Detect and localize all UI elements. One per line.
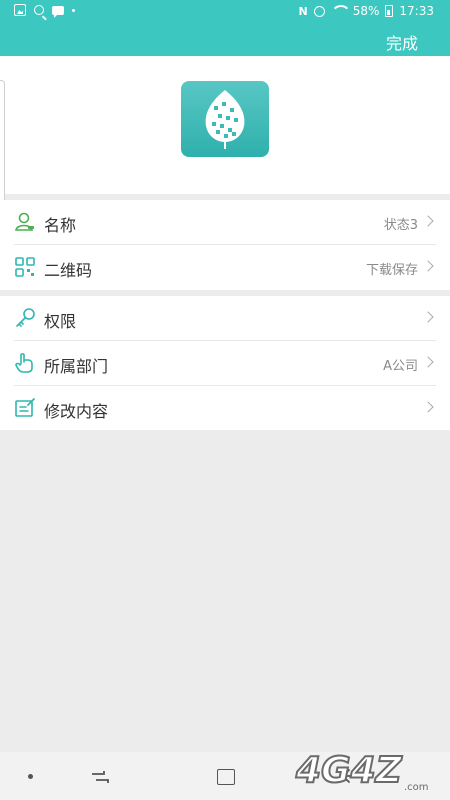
recent-apps-button[interactable] (90, 769, 110, 783)
watermark: 4G4Z .com (292, 742, 442, 794)
dot-button[interactable] (28, 774, 33, 779)
done-button[interactable]: 完成 (386, 30, 418, 54)
app-logo[interactable] (181, 81, 269, 157)
qr-code-icon (14, 256, 36, 278)
row-value: 下载保存 (365, 263, 418, 278)
dot-icon (72, 8, 75, 12)
row-permissions[interactable]: 权限 (0, 296, 450, 341)
chevron-right-icon (422, 311, 434, 323)
chevron-right-icon (422, 215, 434, 227)
hand-icon (14, 352, 36, 374)
row-label: 修改内容 (44, 402, 109, 421)
search-icon (34, 5, 44, 15)
battery-level: 58% (352, 4, 380, 18)
clock: 17:33 (399, 4, 434, 18)
home-button[interactable] (217, 769, 235, 785)
status-right-icons: N 58% 17:33 (299, 4, 434, 18)
battery-charging-icon (385, 5, 394, 17)
row-name[interactable]: 名称 状态3 (0, 200, 450, 245)
logo-area (0, 56, 450, 194)
recent-apps-icon (92, 771, 109, 783)
row-edit-content[interactable]: 修改内容 (0, 386, 450, 431)
message-icon (52, 5, 64, 18)
chevron-right-icon (422, 356, 434, 368)
row-value: 状态3 (383, 218, 418, 233)
nfc-icon: N (298, 4, 308, 18)
svg-text:.com: .com (404, 782, 429, 793)
key-icon (14, 307, 36, 329)
row-qr-code[interactable]: 二维码 下载保存 (0, 245, 450, 290)
status-left-icons (14, 4, 75, 18)
chevron-right-icon (422, 260, 434, 272)
chevron-right-icon (422, 401, 434, 413)
settings-group: 权限 所属部门 A公司 修改内容 (0, 296, 450, 430)
wifi-icon (330, 5, 351, 17)
info-group: 名称 状态3 二维码 下载保存 (0, 200, 450, 290)
row-department[interactable]: 所属部门 A公司 (0, 341, 450, 386)
watermark-logo-icon: 4G4Z .com (294, 749, 429, 793)
top-bar: N 58% 17:33 完成 (0, 0, 450, 56)
row-label: 权限 (44, 312, 77, 331)
gallery-icon (14, 4, 26, 16)
svg-text:4G4Z: 4G4Z (295, 750, 403, 791)
person-icon (14, 211, 36, 233)
leaf-qr-logo-icon (205, 90, 245, 149)
row-label: 所属部门 (44, 357, 109, 376)
row-label: 二维码 (44, 261, 93, 280)
row-label: 名称 (44, 216, 77, 235)
alarm-icon (313, 5, 325, 17)
status-bar: N 58% 17:33 (0, 0, 450, 24)
row-value: A公司 (383, 359, 418, 374)
edit-icon (14, 397, 36, 419)
